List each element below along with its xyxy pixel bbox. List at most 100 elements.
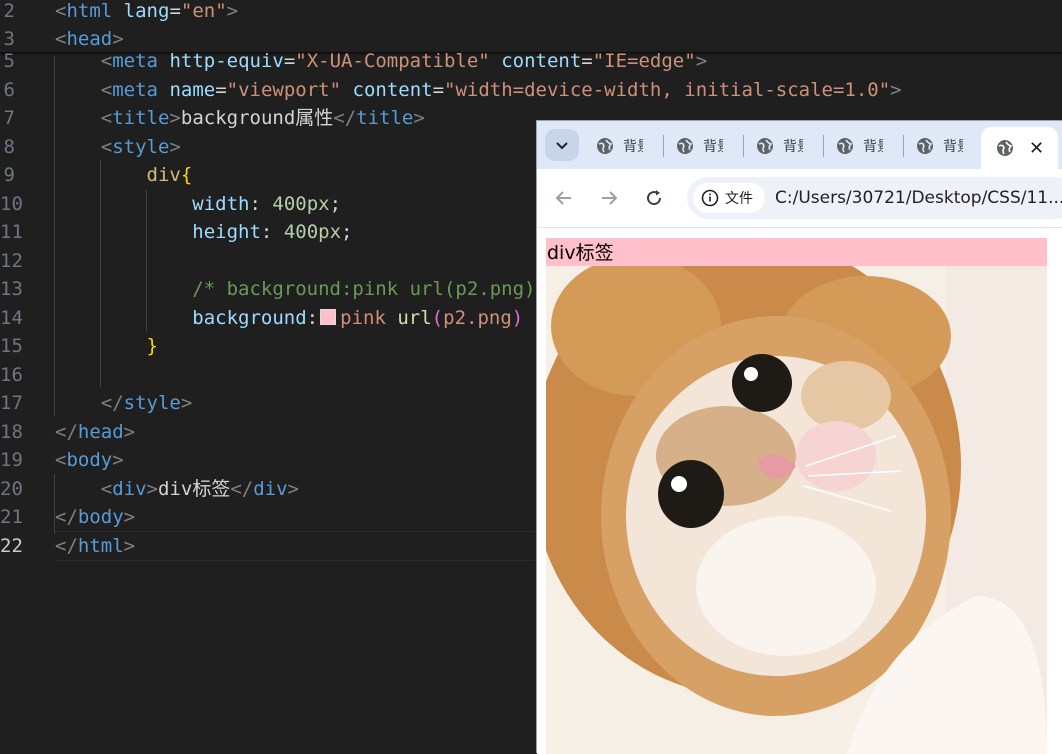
tab-separator <box>743 135 744 157</box>
globe-icon <box>757 138 773 154</box>
line-number: 15 <box>0 335 23 357</box>
css-function: url <box>397 307 432 329</box>
chevron-down-icon <box>556 142 568 150</box>
browser-tab[interactable]: 背景 <box>675 129 723 163</box>
tag-name: div <box>253 478 288 500</box>
tag-name: head <box>77 421 124 443</box>
tab-label: 背景 <box>703 139 723 155</box>
line-number: 12 <box>0 250 23 272</box>
attr-value: "width=device-width, initial-scale=1.0" <box>444 79 891 101</box>
css-value: pink <box>340 307 386 329</box>
code-line[interactable]: <style> <box>55 133 181 162</box>
line-number: 11 <box>0 221 23 243</box>
code-line[interactable]: </style> <box>55 389 193 418</box>
forward-button[interactable] <box>597 186 621 210</box>
line-number: 17 <box>0 392 23 414</box>
line-number: 10 <box>0 193 23 215</box>
browser-tab[interactable]: 背景 <box>835 129 883 163</box>
attr-value: "en" <box>180 0 227 22</box>
css-function-arg: p2.png <box>443 307 512 329</box>
css-property: height <box>192 221 261 243</box>
browser-tab[interactable]: 背景 <box>915 129 963 163</box>
css-value: 400px <box>283 221 342 243</box>
arrow-right-icon <box>602 191 618 205</box>
demo-div: div标签 <box>546 238 1047 754</box>
attr-name: content <box>501 50 582 72</box>
globe-icon <box>997 140 1013 156</box>
tab-separator <box>903 135 904 157</box>
line-number: 18 <box>0 421 23 443</box>
close-tab-icon[interactable]: ✕ <box>1029 138 1044 159</box>
browser-tab[interactable]: 背景 <box>595 129 643 163</box>
line-number-active: 22 <box>0 535 23 557</box>
line-number: 13 <box>0 278 23 300</box>
code-line[interactable]: <div>div标签</div> <box>55 475 299 504</box>
code-line[interactable]: </html> <box>55 532 135 561</box>
tag-text: div标签 <box>158 478 231 500</box>
reload-button[interactable] <box>642 186 666 210</box>
tag-name: meta <box>112 79 158 101</box>
tab-separator <box>823 135 824 157</box>
css-property: width <box>192 193 250 215</box>
line-number: 19 <box>0 449 23 471</box>
tag-name: title <box>356 107 414 129</box>
css-comment: /* background:pink url(p2.png) <box>192 278 536 300</box>
address-bar[interactable]: 文件 C:/Users/30721/Desktop/CSS/11.... <box>687 177 1062 219</box>
back-button[interactable] <box>552 186 576 210</box>
site-info-button[interactable]: 文件 <box>693 183 765 213</box>
tab-strip: 背景 背景 背景 背景 背景 ✕ <box>537 121 1062 169</box>
line-number: 9 <box>3 164 15 186</box>
url-text[interactable]: C:/Users/30721/Desktop/CSS/11.... <box>775 188 1062 208</box>
css-brace: { <box>180 164 193 186</box>
tab-separator <box>663 135 664 157</box>
code-line[interactable]: </body> <box>55 503 135 532</box>
globe-icon <box>677 138 693 154</box>
attr-value: "viewport" <box>226 79 342 101</box>
color-swatch-icon[interactable] <box>320 309 337 325</box>
code-line[interactable]: <body> <box>55 446 124 475</box>
line-number: 7 <box>3 107 15 129</box>
tag-name: div <box>112 478 147 500</box>
code-line[interactable]: <meta name="viewport" content="width=dev… <box>55 76 902 105</box>
line-number: 16 <box>0 364 23 386</box>
browser-tab[interactable]: 背景 <box>755 129 803 163</box>
tab-label: 背景 <box>943 139 963 155</box>
css-selector: div <box>146 164 181 186</box>
code-line[interactable]: width: 400px; <box>55 190 341 219</box>
tag-name: style <box>123 392 181 414</box>
css-property: background <box>192 307 307 329</box>
line-number: 21 <box>0 506 23 528</box>
code-line[interactable]: height: 400px; <box>55 218 352 247</box>
tab-label: 背景 <box>783 139 803 155</box>
line-number: 20 <box>0 478 23 500</box>
line-number: 14 <box>0 307 23 329</box>
attr-name: http-equiv <box>169 50 284 72</box>
attr-name: name <box>169 79 216 101</box>
code-line[interactable]: /* background:pink url(p2.png) <box>55 275 535 304</box>
tag-text: background属性 <box>180 107 334 129</box>
site-info-label: 文件 <box>725 191 753 207</box>
code-line[interactable]: } <box>55 332 158 361</box>
globe-icon <box>917 138 933 154</box>
code-line[interactable]: background: pink url(p2.png) <box>55 304 523 333</box>
browser-window: 背景 背景 背景 背景 背景 ✕ <box>536 120 1062 754</box>
tab-search-button[interactable] <box>545 129 579 161</box>
attr-value: "IE=edge" <box>592 50 696 72</box>
tag-name: body <box>77 506 124 528</box>
line-number: 6 <box>3 79 15 101</box>
info-icon <box>701 189 719 207</box>
reload-icon <box>647 190 662 206</box>
tag-name: meta <box>112 50 158 72</box>
code-line[interactable]: div{ <box>55 161 193 190</box>
div-text: div标签 <box>547 242 614 264</box>
code-line[interactable]: <title>background属性</title> <box>55 104 425 133</box>
tag-name: html <box>77 535 124 557</box>
attr-name: content <box>352 79 433 101</box>
arrow-left-icon <box>555 191 571 205</box>
code-line[interactable]: </head> <box>55 418 135 447</box>
code-line[interactable]: <html lang="en"> <box>55 0 238 26</box>
line-number: 5 <box>3 50 15 72</box>
cat-background-image <box>546 266 1047 754</box>
code-line[interactable]: <meta http-equiv="X-UA-Compatible" conte… <box>55 47 707 76</box>
browser-tab-active[interactable]: ✕ <box>981 127 1059 169</box>
